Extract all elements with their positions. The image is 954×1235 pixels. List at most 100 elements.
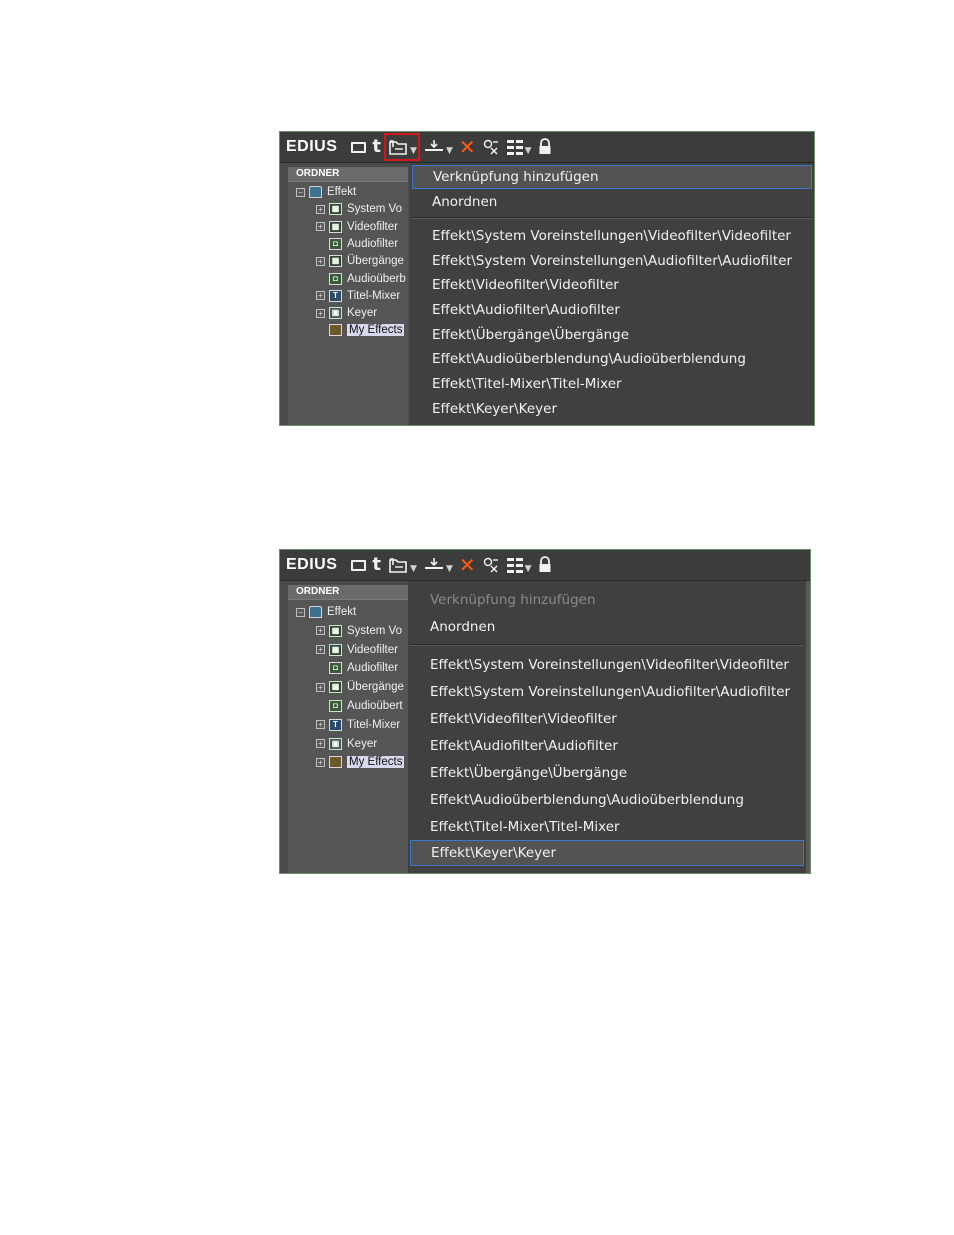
tree-item-label: Effekt xyxy=(327,606,357,618)
tree-item[interactable]: − Effekt xyxy=(296,184,356,200)
collapse-icon[interactable]: − xyxy=(296,607,305,617)
keyer-icon: ▣ xyxy=(329,307,342,320)
menu-item-path[interactable]: Effekt\Titel-Mixer\Titel-Mixer xyxy=(410,815,804,839)
menu-item-arrange[interactable]: Anordnen xyxy=(410,615,804,639)
menu-item-path[interactable]: Effekt\System Voreinstellungen\Videofilt… xyxy=(412,224,812,248)
expand-icon[interactable]: + xyxy=(316,256,325,266)
tree-item[interactable]: + ▦ System Vo xyxy=(316,623,402,639)
add-shortcut-icon[interactable]: ▼ xyxy=(384,133,420,161)
delete-icon[interactable]: ✕ xyxy=(459,554,476,576)
new-folder-icon[interactable] xyxy=(351,136,367,158)
expand-icon[interactable]: + xyxy=(316,645,325,655)
menu-item-path[interactable]: Effekt\Keyer\Keyer xyxy=(410,840,804,866)
transition-icon: ▦ xyxy=(329,681,342,694)
tree-item[interactable]: + ▦ Übergänge xyxy=(316,253,404,269)
tree-item[interactable]: + ▣ Keyer xyxy=(316,305,377,321)
title-icon: T xyxy=(329,289,342,302)
panel-header: ORDNER xyxy=(288,585,408,600)
menu-item-path[interactable]: Effekt\Titel-Mixer\Titel-Mixer xyxy=(412,372,812,396)
menu-item-path[interactable]: Effekt\Audioüberblendung\Audioüberblendu… xyxy=(412,347,812,371)
title-icon: T xyxy=(329,718,342,731)
scrollbar[interactable] xyxy=(806,581,810,873)
video-filter-icon: ▦ xyxy=(329,643,342,656)
add-shortcut-menu: Verknüpfung hinzufügen Anordnen Effekt\S… xyxy=(408,581,806,873)
app-title: EDIUS xyxy=(286,138,338,155)
video-filter-icon: ▦ xyxy=(329,624,342,637)
expand-icon[interactable]: + xyxy=(316,308,325,318)
expand-icon[interactable]: + xyxy=(316,626,325,636)
tree-item[interactable]: + ▣ Keyer xyxy=(316,736,377,752)
menu-item-add-shortcut[interactable]: Verknüpfung hinzufügen xyxy=(412,165,812,189)
view-icon[interactable]: ▼ xyxy=(506,136,532,158)
add-shortcut-menu: Verknüpfung hinzufügen Anordnen Effekt\S… xyxy=(410,163,814,425)
expand-icon[interactable]: + xyxy=(316,204,325,214)
tree-item[interactable]: + T Titel-Mixer xyxy=(316,288,400,304)
tree-item[interactable]: + My Effects xyxy=(316,754,405,770)
tree-item-label: Effekt xyxy=(327,186,357,198)
tree-item-label: Keyer xyxy=(347,737,378,750)
tree-item[interactable]: + ▦ System Vo xyxy=(316,201,402,217)
menu-item-add-shortcut[interactable]: Verknüpfung hinzufügen xyxy=(410,588,804,612)
menu-item-path[interactable]: Effekt\Videofilter\Videofilter xyxy=(410,707,804,731)
tree-item[interactable]: − Effekt xyxy=(296,604,356,620)
menu-item-path[interactable]: Effekt\Audioüberblendung\Audioüberblendu… xyxy=(410,788,804,812)
tree-item[interactable]: ◘ Audioübert xyxy=(316,698,403,714)
audio-transition-icon: ◘ xyxy=(329,700,342,712)
menu-item-arrange[interactable]: Anordnen xyxy=(412,190,812,214)
menu-item-path[interactable]: Effekt\System Voreinstellungen\Videofilt… xyxy=(410,653,804,677)
audio-transition-icon: ◘ xyxy=(329,272,342,285)
expand-icon[interactable]: + xyxy=(316,222,325,232)
up-folder-icon[interactable]: t xyxy=(372,136,381,158)
menu-item-path[interactable]: Effekt\Übergänge\Übergänge xyxy=(412,323,812,347)
tree-item[interactable]: + ▦ Übergänge xyxy=(316,679,404,695)
menu-item-path[interactable]: Effekt\Übergänge\Übergänge xyxy=(410,761,804,785)
lock-icon[interactable] xyxy=(538,554,552,576)
tree-item-label: Titel-Mixer xyxy=(347,289,401,302)
tree-item[interactable]: + T Titel-Mixer xyxy=(316,717,400,733)
delete-icon[interactable]: ✕ xyxy=(459,136,476,158)
expand-icon[interactable]: + xyxy=(316,757,325,767)
menu-separator xyxy=(410,644,804,646)
video-filter-icon: ▦ xyxy=(329,203,342,216)
menu-item-path[interactable]: Effekt\System Voreinstellungen\Audiofilt… xyxy=(412,249,812,273)
expand-icon[interactable]: + xyxy=(316,291,325,301)
menu-item-path[interactable]: Effekt\Audiofilter\Audiofilter xyxy=(412,298,812,322)
panel-header: ORDNER xyxy=(288,167,408,182)
up-folder-icon[interactable]: t xyxy=(372,554,381,576)
folder-panel: ORDNER − Effekt + ▦ System Vo + ▦ Videofilter ◘ A… xyxy=(288,167,408,425)
menu-item-path[interactable]: Effekt\Keyer\Keyer xyxy=(412,397,812,421)
audio-filter-icon: ◘ xyxy=(329,237,342,250)
import-icon[interactable]: ▼ xyxy=(423,554,453,576)
add-shortcut-icon[interactable]: ▼ xyxy=(387,554,417,576)
tree-item[interactable]: ◘ Audiofilter xyxy=(316,660,398,676)
lock-icon[interactable] xyxy=(538,136,552,158)
toolbar: EDIUS t ▼ ▼ ✕ ▼ xyxy=(280,132,814,163)
properties-icon[interactable] xyxy=(482,554,500,576)
expand-icon[interactable]: + xyxy=(316,739,325,749)
tree-item-label: My Effects xyxy=(347,756,405,769)
tree-item[interactable]: + ▦ Videofilter xyxy=(316,219,398,235)
properties-icon[interactable] xyxy=(482,136,500,158)
screenshot-keyer-highlighted: EDIUS t ▼ ▼ ✕ ▼ ORDNER − Effekt + ▦ System V… xyxy=(280,550,810,873)
view-icon[interactable]: ▼ xyxy=(506,554,532,576)
menu-item-path[interactable]: Effekt\Videofilter\Videofilter xyxy=(412,273,812,297)
tree-item-label: System Vo xyxy=(347,203,402,216)
tree-item[interactable]: + ▦ Videofilter xyxy=(316,642,398,658)
tree-item[interactable]: My Effects xyxy=(316,322,405,338)
tree-item-label: My Effects xyxy=(347,324,405,337)
folder-icon xyxy=(329,324,342,337)
new-folder-icon[interactable] xyxy=(351,554,367,576)
tree-item[interactable]: ◘ Audiofilter xyxy=(316,236,398,252)
keyer-icon: ▣ xyxy=(329,737,342,750)
tree-item[interactable]: ◘ Audioüberb xyxy=(316,271,406,287)
import-icon[interactable]: ▼ xyxy=(423,136,453,158)
expand-icon[interactable]: + xyxy=(316,682,325,692)
menu-item-path[interactable]: Effekt\System Voreinstellungen\Audiofilt… xyxy=(410,680,804,704)
tree-item-label: Übergänge xyxy=(347,681,404,694)
tree-item-label: Videofilter xyxy=(347,220,398,233)
collapse-icon[interactable]: − xyxy=(296,187,305,197)
video-filter-icon: ▦ xyxy=(329,220,342,233)
menu-item-path[interactable]: Effekt\Audiofilter\Audiofilter xyxy=(410,734,804,758)
folder-icon xyxy=(329,756,342,769)
expand-icon[interactable]: + xyxy=(316,720,325,730)
